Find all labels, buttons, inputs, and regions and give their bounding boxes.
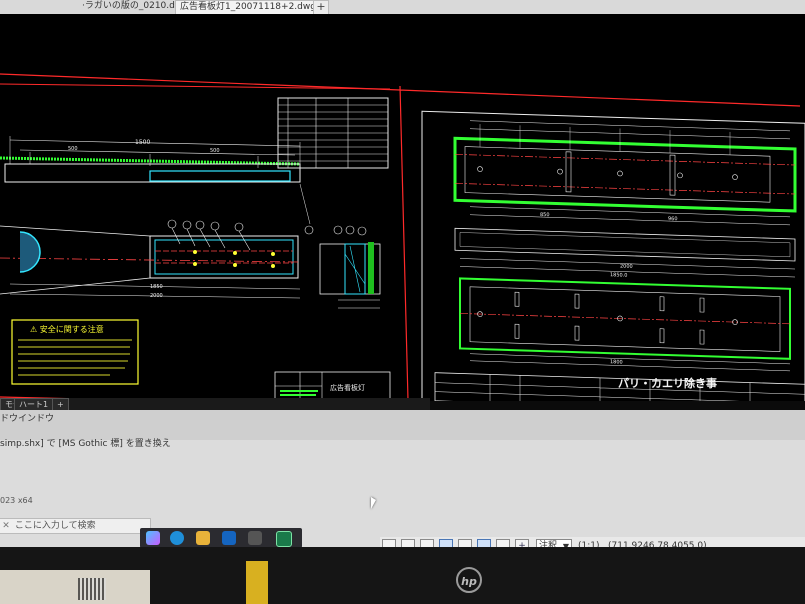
dim-1500: 1500 bbox=[135, 139, 150, 146]
yellow-tape bbox=[246, 561, 268, 604]
left-title-block-name: 広告看板灯 bbox=[330, 383, 365, 392]
plus-icon: + bbox=[57, 400, 64, 409]
command-window-title: ドウインドウ bbox=[0, 414, 55, 424]
dim-1850: 1850 bbox=[150, 284, 163, 290]
version-label: 023 x64 bbox=[0, 496, 33, 505]
edge-icon[interactable] bbox=[170, 531, 184, 545]
dim-1850-right: 1850.0 bbox=[610, 272, 627, 279]
add-layout-button[interactable]: + bbox=[52, 398, 69, 410]
file-tab-2[interactable]: 広告看板灯1_20071118+2.dwg bbox=[175, 0, 321, 15]
copilot-icon[interactable] bbox=[146, 531, 160, 545]
hp-logo-icon: hp bbox=[456, 567, 482, 593]
taskbar bbox=[140, 528, 302, 548]
close-icon[interactable]: ✕ bbox=[0, 519, 12, 533]
monitor-bezel: hp bbox=[0, 547, 805, 604]
search-placeholder: ここに入力して検索 bbox=[14, 521, 96, 531]
model-space-viewport[interactable]: 1500 500 500 1850 2000 ⚠ 安全に関する注意 広告看板灯 … bbox=[0, 14, 805, 401]
file-tab-strip: ·ラガいの版の_0210.dwg 広告看板灯1_20071118+2.dwg + bbox=[0, 0, 805, 15]
outlook-icon[interactable] bbox=[222, 531, 236, 545]
arrow-cursor-icon bbox=[371, 497, 376, 509]
plus-icon: + bbox=[316, 0, 326, 13]
right-title: パリ・カエリ除き事 bbox=[618, 376, 717, 390]
command-history: simp.shx] で [MS Gothic 標] を置き換え bbox=[0, 439, 171, 449]
dim-850: 850 bbox=[540, 212, 550, 218]
desk-surface bbox=[0, 570, 150, 604]
layout-tab-strip: モデル ハート1 + bbox=[0, 398, 430, 410]
autocad-icon[interactable] bbox=[276, 531, 292, 547]
folder-icon[interactable] bbox=[196, 531, 210, 545]
dim-1800: 1800 bbox=[610, 359, 623, 365]
new-tab-button[interactable]: + bbox=[313, 0, 329, 15]
warning-title: ⚠ 安全に関する注意 bbox=[30, 324, 104, 334]
dim-500a: 500 bbox=[68, 146, 78, 152]
command-input[interactable]: ✕ ここに入力して検索 bbox=[0, 518, 151, 534]
dim-500b: 500 bbox=[210, 148, 220, 154]
calculator-icon[interactable] bbox=[248, 531, 262, 545]
dim-2000-right: 2000 bbox=[620, 263, 633, 269]
cad-drawing: 1500 500 500 1850 2000 ⚠ 安全に関する注意 広告看板灯 … bbox=[0, 73, 805, 401]
dim-960: 960 bbox=[668, 216, 678, 222]
layout1-tab[interactable]: ハート1 bbox=[14, 398, 54, 410]
qr-code-icon bbox=[78, 578, 106, 600]
dim-2000: 2000 bbox=[150, 293, 163, 299]
parts-list-table bbox=[277, 97, 389, 169]
